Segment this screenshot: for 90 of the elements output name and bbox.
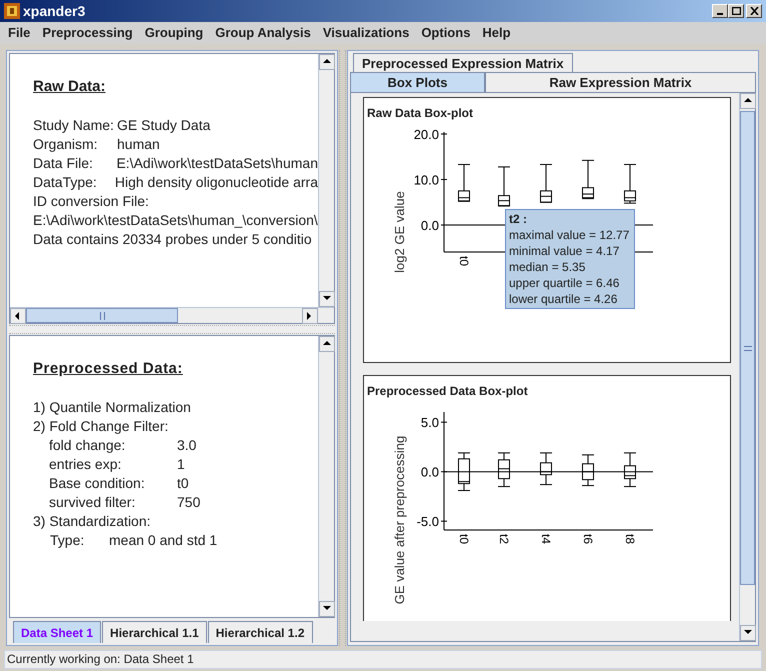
- tab[interactable]: Raw Expression Matrix: [485, 72, 756, 92]
- section-heading: Raw Data:: [33, 77, 107, 96]
- tab[interactable]: Box Plots: [350, 72, 485, 92]
- field-label: DataType:: [33, 173, 98, 192]
- box-plot-glyph: [582, 160, 594, 200]
- param-label: entries exp:: [49, 455, 122, 474]
- param-label: Type:: [50, 531, 86, 550]
- sheet-tab[interactable]: Hierarchical 1.1: [102, 621, 207, 643]
- tooltip-line: median = 5.35: [509, 259, 586, 275]
- box-plot-glyph: [624, 164, 636, 204]
- app-logo-icon: [4, 3, 20, 19]
- box-plot-glyph: [458, 452, 470, 491]
- window-title: xpander3: [23, 2, 86, 21]
- tick-label: 0.0: [420, 218, 439, 233]
- scroll-up-button[interactable]: [319, 336, 335, 352]
- param-label: fold change:: [49, 436, 126, 455]
- minimize-button[interactable]: [712, 4, 728, 18]
- scroll-right-button[interactable]: [302, 308, 318, 324]
- box-plot-glyph: [498, 452, 510, 488]
- status-bar: Currently working on: Data Sheet 1: [4, 650, 762, 669]
- menu-item[interactable]: File: [2, 23, 36, 43]
- box-plot-glyph: [540, 164, 552, 203]
- scroll-down-button[interactable]: [319, 601, 335, 617]
- tooltip-line: minimal value = 4.17: [509, 243, 620, 259]
- scroll-down-button[interactable]: [740, 625, 756, 641]
- axis-label: log2 GE value: [392, 191, 407, 273]
- tick-label: -5.0: [416, 514, 439, 530]
- menu-item[interactable]: Help: [476, 23, 517, 43]
- tick-label: 5.0: [420, 415, 439, 430]
- sheet-tab[interactable]: Data Sheet 1: [13, 621, 102, 643]
- menu-item[interactable]: Options: [415, 23, 476, 43]
- scroll-left-button[interactable]: [10, 308, 26, 324]
- box-plot-glyph: [582, 454, 594, 486]
- scroll-down-button[interactable]: [319, 291, 335, 307]
- maximize-button[interactable]: [728, 4, 744, 18]
- field-value: GE Study Data: [117, 116, 210, 135]
- param-value: t0: [177, 474, 189, 493]
- tab[interactable]: Preprocessed Expression Matrix: [353, 53, 573, 72]
- tooltip-line: maximal value = 12.77: [509, 227, 630, 243]
- tick-label: 10.0: [414, 172, 439, 188]
- field-value: E:\Adi\work\testDataSets\human: [116, 154, 318, 173]
- close-icon: [750, 7, 758, 15]
- param-value: 3.0: [177, 436, 196, 455]
- field-value: High density oligonucleotide arra: [114, 173, 318, 192]
- axis-label: GE value after preprocessing: [392, 436, 407, 604]
- scroll-up-button[interactable]: [740, 93, 756, 109]
- chart-title: Preprocessed Data Box-plot: [367, 383, 528, 398]
- box-plot-glyph: [624, 452, 636, 488]
- menu-item[interactable]: Group Analysis: [209, 23, 317, 43]
- category-label: t0: [457, 534, 471, 544]
- step-line: 1) Quantile Normalization: [33, 398, 191, 417]
- step-line: 3) Standardization:: [33, 512, 151, 531]
- menu-item[interactable]: Grouping: [138, 23, 210, 43]
- menu-item[interactable]: Visualizations: [316, 23, 416, 43]
- param-label: Base condition:: [49, 474, 146, 493]
- category-label: t6: [581, 534, 595, 544]
- close-button[interactable]: [746, 4, 762, 18]
- tooltip-title: t2 :: [509, 211, 527, 227]
- splitter-handle[interactable]: [9, 325, 335, 334]
- param-value: 750: [177, 493, 200, 512]
- box-plot-glyph: [498, 166, 510, 207]
- box-plot-glyph: [540, 452, 552, 486]
- param-value: mean 0 and std 1: [109, 531, 218, 550]
- category-label: t2: [497, 534, 511, 544]
- param-label: survived filter:: [49, 493, 136, 512]
- menu-item[interactable]: Preprocessing: [36, 23, 139, 43]
- section-heading: Preprocessed Data:: [33, 359, 184, 378]
- category-label: t0: [457, 256, 471, 266]
- info-line: ID conversion File:: [33, 192, 149, 211]
- tooltip-line: upper quartile = 6.46: [509, 275, 620, 291]
- box-plot-glyph: [458, 164, 470, 202]
- tick-label: 20.0: [414, 127, 439, 142]
- maximize-icon: [732, 7, 740, 15]
- category-label: t4: [539, 534, 553, 544]
- tick-label: 0.0: [420, 464, 439, 480]
- param-value: 1: [177, 455, 185, 474]
- category-label: t8: [623, 534, 637, 544]
- sheet-tab[interactable]: Hierarchical 1.2: [208, 621, 312, 643]
- info-line: Data contains 20334 probes under 5 conditio: [33, 230, 312, 249]
- chart-title: Raw Data Box-plot: [367, 105, 474, 120]
- scroll-up-button[interactable]: [319, 54, 335, 70]
- tooltip-line: lower quartile = 4.26: [509, 291, 618, 307]
- splitter-handle[interactable]: [339, 50, 346, 646]
- field-value: human: [117, 135, 160, 154]
- field-label: Organism:: [33, 135, 99, 154]
- scrollbar-thumb[interactable]: [26, 308, 178, 323]
- step-line: 2) Fold Change Filter:: [33, 417, 168, 436]
- field-label: Study Name:: [33, 116, 115, 135]
- info-line: E:\Adi\work\testDataSets\human_\conversion\: [33, 211, 318, 230]
- field-label: Data File:: [33, 154, 94, 173]
